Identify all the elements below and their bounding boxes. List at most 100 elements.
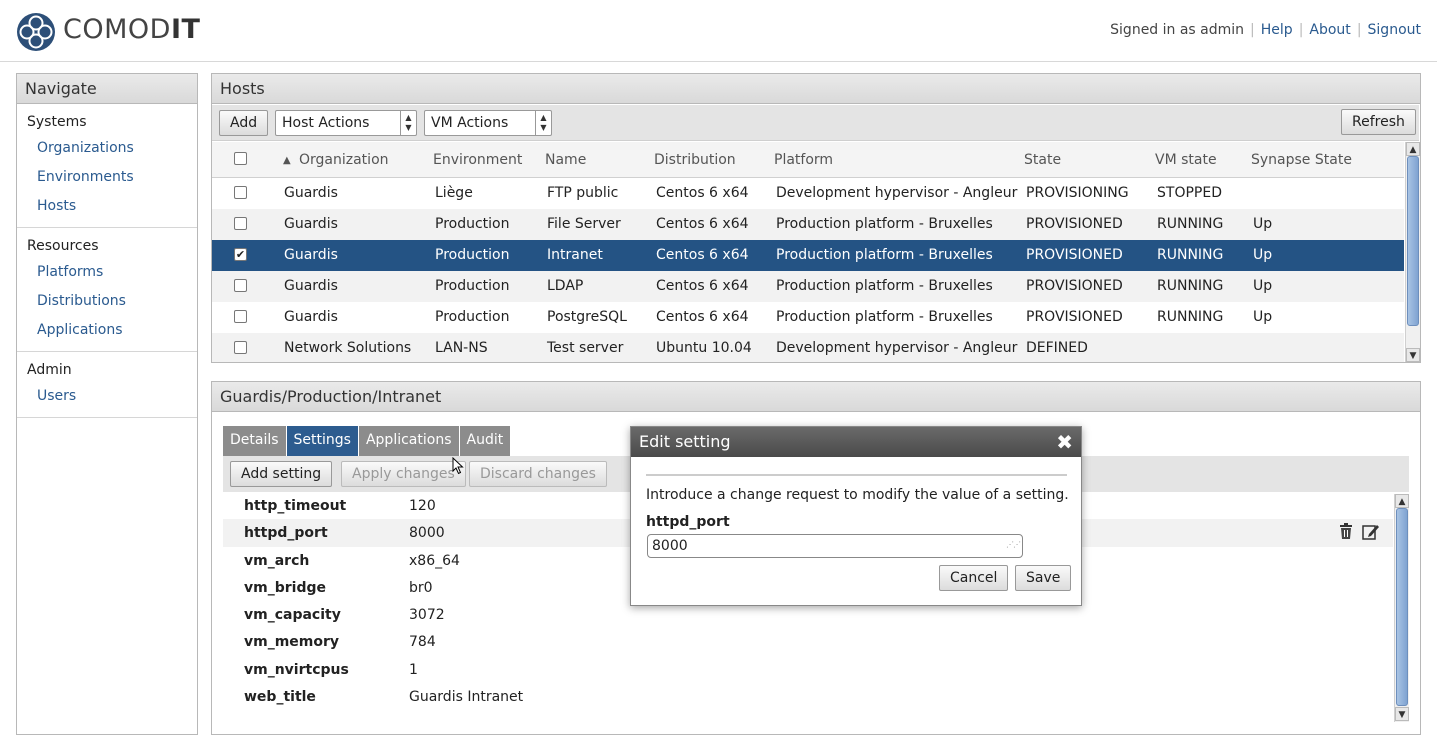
setting-value: 1 bbox=[409, 661, 418, 678]
column-synapse-state[interactable]: Synapse State bbox=[1251, 152, 1352, 168]
hosts-table-header: ▲ Organization Environment Name Distribu… bbox=[212, 142, 1404, 178]
scroll-down-icon[interactable]: ▼ bbox=[1395, 707, 1409, 721]
cell-platform: Production platform - Bruxelles bbox=[776, 216, 993, 232]
column-distribution[interactable]: Distribution bbox=[654, 152, 736, 168]
nav-head-systems: Systems bbox=[27, 114, 87, 130]
tab-details[interactable]: Details bbox=[223, 426, 287, 456]
cell-state: PROVISIONED bbox=[1026, 309, 1123, 325]
setting-name: vm_memory bbox=[244, 634, 340, 651]
cell-distribution: Centos 6 x64 bbox=[656, 247, 749, 263]
host-actions-select[interactable]: Host Actions ▲ ▼ bbox=[275, 110, 417, 136]
cell-platform: Development hypervisor - Angleur bbox=[776, 340, 1018, 356]
host-actions-label: Host Actions bbox=[282, 115, 370, 131]
setting-name: vm_bridge bbox=[244, 579, 326, 596]
cell-name: LDAP bbox=[547, 278, 584, 294]
scroll-thumb[interactable] bbox=[1407, 156, 1419, 326]
dialog-divider bbox=[646, 474, 1067, 476]
sidebar-item-distributions[interactable]: Distributions bbox=[17, 287, 197, 316]
column-environment[interactable]: Environment bbox=[433, 152, 522, 168]
settings-scrollbar[interactable]: ▲ ▼ bbox=[1394, 494, 1409, 722]
vm-actions-select[interactable]: VM Actions ▲ ▼ bbox=[424, 110, 552, 136]
setting-value: 8000 bbox=[409, 525, 445, 542]
scroll-thumb[interactable] bbox=[1396, 508, 1408, 706]
scroll-up-icon[interactable]: ▲ bbox=[1406, 142, 1420, 156]
table-row[interactable]: ✔ Guardis Production Intranet Centos 6 x64 Pr… bbox=[212, 240, 1404, 271]
cancel-button[interactable]: Cancel bbox=[939, 565, 1009, 591]
save-button[interactable]: Save bbox=[1015, 565, 1072, 591]
refresh-button[interactable]: Refresh bbox=[1341, 109, 1416, 135]
cell-environment: Production bbox=[435, 247, 510, 263]
table-row[interactable]: Guardis Production LDAP Centos 6 x64 Product… bbox=[212, 271, 1404, 302]
close-icon[interactable]: ✖ bbox=[1056, 430, 1073, 454]
trash-icon[interactable] bbox=[1338, 523, 1354, 540]
table-row[interactable]: Network Solutions LAN-NS Test server Ubuntu… bbox=[212, 333, 1404, 362]
hosts-panel: Hosts Add Host Actions ▲ ▼ VM Actions ▲ ▼ … bbox=[211, 73, 1421, 363]
vm-actions-label: VM Actions bbox=[431, 115, 509, 131]
host-detail-title: Guardis/Production/Intranet bbox=[212, 382, 1420, 412]
comodit-logo-icon bbox=[17, 13, 55, 51]
row-checkbox[interactable] bbox=[234, 217, 247, 230]
setting-row-actions bbox=[1338, 523, 1379, 541]
cell-environment: LAN-NS bbox=[435, 340, 488, 356]
nav-section-systems: Systems Organizations Environments Hosts bbox=[17, 104, 197, 228]
tab-audit[interactable]: Audit bbox=[459, 426, 512, 456]
row-checkbox[interactable]: ✔ bbox=[234, 248, 247, 261]
cell-state: PROVISIONING bbox=[1026, 185, 1129, 201]
cell-vm-state: RUNNING bbox=[1157, 216, 1224, 232]
cell-environment: Production bbox=[435, 278, 510, 294]
cell-vm-state: RUNNING bbox=[1157, 278, 1224, 294]
sidebar-item-users[interactable]: Users bbox=[17, 382, 197, 411]
cell-synapse-state: Up bbox=[1253, 278, 1273, 294]
resize-grip-icon[interactable]: ⋰⋰ bbox=[1006, 534, 1021, 556]
add-host-button[interactable]: Add bbox=[219, 110, 269, 136]
sidebar-item-platforms[interactable]: Platforms bbox=[17, 258, 197, 287]
setting-value-input[interactable]: 8000 ⋰⋰ bbox=[647, 534, 1023, 558]
sidebar-item-applications[interactable]: Applications bbox=[17, 316, 197, 345]
signed-in-text: Signed in as admin bbox=[1110, 22, 1245, 38]
column-state[interactable]: State bbox=[1024, 152, 1061, 168]
row-checkbox[interactable] bbox=[234, 341, 247, 354]
cell-name: PostgreSQL bbox=[547, 309, 627, 325]
cell-environment: Liège bbox=[435, 185, 473, 201]
setting-row[interactable]: vm_nvirtcpus 1 bbox=[223, 656, 1393, 683]
scroll-up-icon[interactable]: ▲ bbox=[1395, 494, 1409, 508]
table-row[interactable]: Guardis Production File Server Centos 6 x64… bbox=[212, 209, 1404, 240]
dialog-description: Introduce a change request to modify the… bbox=[646, 487, 1069, 503]
sidebar-item-environments[interactable]: Environments bbox=[17, 163, 197, 192]
apply-changes-button[interactable]: Apply changes bbox=[341, 461, 466, 487]
column-vm-state[interactable]: VM state bbox=[1155, 152, 1217, 168]
about-link[interactable]: About bbox=[1309, 22, 1350, 38]
sidebar-item-organizations[interactable]: Organizations bbox=[17, 134, 197, 163]
setting-row[interactable]: web_title Guardis Intranet bbox=[223, 683, 1393, 710]
scroll-down-icon[interactable]: ▼ bbox=[1406, 348, 1420, 362]
tab-applications[interactable]: Applications bbox=[358, 426, 460, 456]
column-organization[interactable]: Organization bbox=[299, 152, 389, 168]
select-arrows-icon: ▲ ▼ bbox=[535, 111, 551, 135]
edit-icon[interactable] bbox=[1362, 523, 1379, 541]
table-row[interactable]: Guardis Production PostgreSQL Centos 6 x64 P… bbox=[212, 302, 1404, 333]
cell-name: FTP public bbox=[547, 185, 619, 201]
discard-changes-button[interactable]: Discard changes bbox=[469, 461, 607, 487]
column-platform[interactable]: Platform bbox=[774, 152, 833, 168]
help-link[interactable]: Help bbox=[1261, 22, 1293, 38]
signout-link[interactable]: Signout bbox=[1368, 22, 1421, 38]
add-setting-button[interactable]: Add setting bbox=[230, 461, 333, 487]
setting-row[interactable]: vm_memory 784 bbox=[223, 628, 1393, 655]
cell-distribution: Centos 6 x64 bbox=[656, 216, 749, 232]
edit-setting-dialog: Edit setting ✖ Introduce a change reques… bbox=[630, 426, 1082, 606]
sidebar-item-hosts[interactable]: Hosts bbox=[17, 192, 197, 221]
hosts-scrollbar[interactable]: ▲ ▼ bbox=[1405, 142, 1420, 362]
table-row[interactable]: Guardis Liège FTP public Centos 6 x64 Develo… bbox=[212, 178, 1404, 209]
cell-name: Intranet bbox=[547, 247, 603, 263]
row-checkbox[interactable] bbox=[234, 310, 247, 323]
cell-organization: Guardis bbox=[284, 247, 338, 263]
cell-distribution: Ubuntu 10.04 bbox=[656, 340, 752, 356]
cell-state: PROVISIONED bbox=[1026, 278, 1123, 294]
column-name[interactable]: Name bbox=[545, 152, 586, 168]
navigate-panel: Navigate Systems Organizations Environme… bbox=[16, 73, 198, 735]
tab-settings[interactable]: Settings bbox=[286, 426, 359, 456]
row-checkbox[interactable] bbox=[234, 279, 247, 292]
top-navigation: Signed in as admin | Help | About | Sign… bbox=[1110, 22, 1421, 38]
row-checkbox[interactable] bbox=[234, 186, 247, 199]
select-all-checkbox[interactable] bbox=[234, 152, 247, 165]
